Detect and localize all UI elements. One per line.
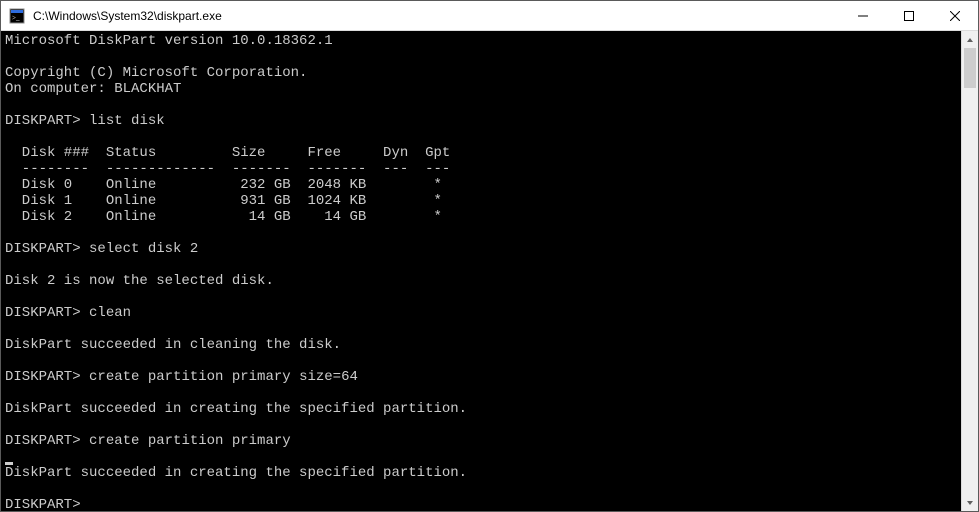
computer-line: On computer: BLACKHAT bbox=[5, 81, 181, 97]
disk-table-separator: -------- ------------- ------- ------- -… bbox=[5, 161, 450, 177]
cmd-create-partition-2: create partition primary bbox=[89, 433, 291, 449]
terminal-area: Microsoft DiskPart version 10.0.18362.1 … bbox=[1, 31, 978, 511]
cmd-list-disk: list disk bbox=[89, 113, 165, 129]
close-button[interactable] bbox=[932, 1, 978, 30]
disk-table-row: Disk 1 Online 931 GB 1024 KB * bbox=[5, 193, 442, 209]
prompt: DISKPART> bbox=[5, 433, 81, 449]
titlebar[interactable]: >_ C:\Windows\System32\diskpart.exe bbox=[1, 1, 978, 31]
window-title: C:\Windows\System32\diskpart.exe bbox=[31, 9, 840, 23]
cmd-select-disk: select disk 2 bbox=[89, 241, 198, 257]
disk-table-row: Disk 0 Online 232 GB 2048 KB * bbox=[5, 177, 442, 193]
msg-selected: Disk 2 is now the selected disk. bbox=[5, 273, 274, 289]
msg-create-1: DiskPart succeeded in creating the speci… bbox=[5, 401, 467, 417]
prompt: DISKPART> bbox=[5, 497, 81, 511]
svg-text:>_: >_ bbox=[12, 14, 20, 22]
vertical-scrollbar[interactable] bbox=[961, 31, 978, 511]
copyright-line: Copyright (C) Microsoft Corporation. bbox=[5, 65, 307, 81]
version-line: Microsoft DiskPart version 10.0.18362.1 bbox=[5, 33, 333, 49]
maximize-button[interactable] bbox=[886, 1, 932, 30]
cmd-create-partition-1: create partition primary size=64 bbox=[89, 369, 358, 385]
msg-create-2: DiskPart succeeded in creating the speci… bbox=[5, 465, 467, 481]
prompt: DISKPART> bbox=[5, 305, 81, 321]
msg-clean: DiskPart succeeded in cleaning the disk. bbox=[5, 337, 341, 353]
scrollbar-thumb[interactable] bbox=[964, 48, 976, 88]
disk-table-header: Disk ### Status Size Free Dyn Gpt bbox=[5, 145, 450, 161]
window-controls bbox=[840, 1, 978, 30]
minimize-button[interactable] bbox=[840, 1, 886, 30]
prompt: DISKPART> bbox=[5, 113, 81, 129]
cmd-clean: clean bbox=[89, 305, 131, 321]
disk-table-row: Disk 2 Online 14 GB 14 GB * bbox=[5, 209, 442, 225]
scroll-down-arrow-icon[interactable] bbox=[962, 494, 978, 511]
prompt: DISKPART> bbox=[5, 241, 81, 257]
prompt: DISKPART> bbox=[5, 369, 81, 385]
scroll-up-arrow-icon[interactable] bbox=[962, 31, 978, 48]
scrollbar-track[interactable] bbox=[962, 48, 978, 494]
terminal-output[interactable]: Microsoft DiskPart version 10.0.18362.1 … bbox=[1, 31, 961, 511]
app-icon: >_ bbox=[9, 8, 25, 24]
